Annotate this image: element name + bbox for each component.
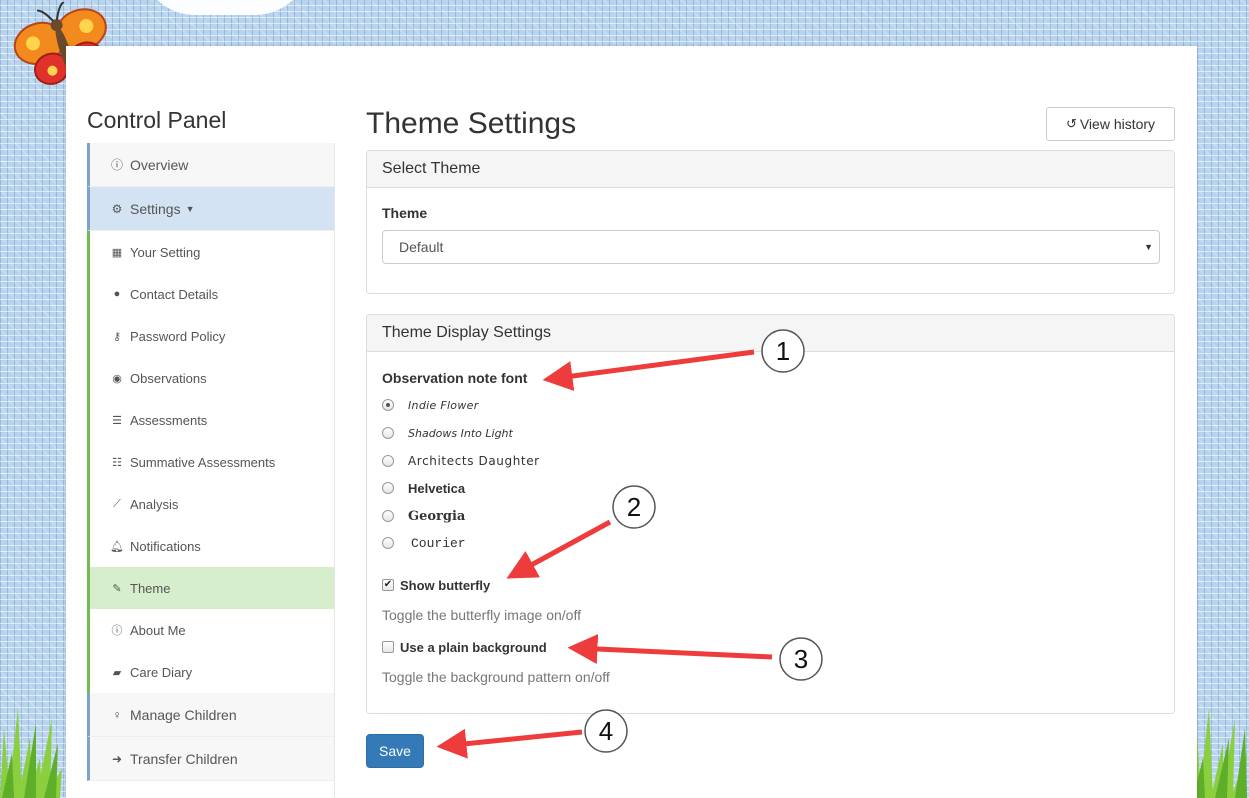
sidebar-item-label: Observations (130, 370, 207, 386)
panel-heading: Theme Display Settings (367, 315, 1174, 352)
font-option-label: Indie Flower (408, 398, 479, 412)
radio-button[interactable] (382, 427, 394, 439)
sidebar-item-label: Notifications (130, 538, 201, 554)
line-chart-icon: ⟋ (113, 497, 121, 510)
font-option-label: Helvetica (408, 480, 466, 496)
theme-field-label: Theme (382, 205, 428, 221)
sidebar-nav: ⓘ Overview ⚙ Settings ▼ ▦ Your Setting ●… (87, 143, 335, 798)
bell-icon: 🔔︎ (110, 540, 124, 553)
control-panel-title: Control Panel (87, 107, 227, 133)
sidebar-item-summative-assessments[interactable]: ☷ Summative Assessments (90, 441, 334, 483)
info-circle-icon: ⓘ (111, 625, 123, 637)
sidebar-item-contact-details[interactable]: ● Contact Details (90, 273, 334, 315)
book-icon: ▰ (112, 666, 122, 679)
font-option-architects-daughter[interactable]: Architects Daughter (382, 452, 540, 470)
sidebar-item-label: Settings (130, 200, 181, 217)
sidebar-item-label: Care Diary (130, 664, 193, 680)
sidebar-item-observations[interactable]: ◉ Observations (90, 357, 334, 399)
content-page: Control Panel ⓘ Overview ⚙ Settings ▼ ▦ … (66, 46, 1197, 798)
select-theme-panel: Select Theme Theme Default ▼ (366, 150, 1175, 294)
radio-button[interactable] (382, 537, 394, 549)
sidebar-item-label: Contact Details (130, 286, 219, 302)
sidebar-item-settings[interactable]: ⚙ Settings ▼ (87, 187, 334, 231)
theme-select[interactable]: Default ▼ (382, 230, 1160, 264)
history-icon: ↺ (1065, 116, 1077, 131)
show-butterfly-checkbox[interactable]: ✔ (382, 579, 394, 591)
view-history-label: View history (1079, 116, 1156, 132)
font-option-label: Courier (411, 535, 466, 551)
sidebar-item-label: Manage Children (130, 706, 237, 723)
sidebar-item-label: Assessments (130, 412, 208, 428)
sidebar-item-label: Overview (130, 156, 189, 173)
plain-background-option[interactable]: Use a plain background (382, 638, 547, 656)
sidebar-item-manage-children[interactable]: ♀ Manage Children (87, 693, 334, 737)
settings-submenu: ▦ Your Setting ● Contact Details ⚷ Passw… (87, 231, 334, 693)
view-history-button[interactable]: ↺ View history (1046, 107, 1175, 141)
sidebar-item-theme[interactable]: ✎ Theme (90, 567, 334, 609)
sidebar-item-password-policy[interactable]: ⚷ Password Policy (90, 315, 334, 357)
sidebar-item-label: Password Policy (130, 328, 226, 344)
font-option-georgia[interactable]: Georgia (382, 507, 465, 525)
key-icon: ⚷ (112, 330, 122, 343)
radio-button[interactable] (382, 510, 394, 522)
page-title: Theme Settings (366, 107, 577, 140)
sidebar-item-transfer-children[interactable]: ➜ Transfer Children (87, 737, 334, 781)
caret-down-icon: ▼ (1144, 242, 1153, 252)
font-option-label: Architects Daughter (408, 454, 540, 468)
show-butterfly-label: Show butterfly (400, 577, 491, 593)
show-butterfly-option[interactable]: ✔ Show butterfly (382, 576, 490, 594)
font-option-label: Shadows Into Light (408, 426, 513, 440)
font-option-label: Georgia (408, 508, 466, 524)
plain-background-checkbox[interactable] (382, 641, 394, 653)
sidebar-item-label: Theme (130, 580, 171, 596)
background-help-text: Toggle the background pattern on/off (382, 669, 610, 685)
caret-down-icon: ▼ (185, 203, 195, 214)
sidebar-item-analysis[interactable]: ⟋ Analysis (90, 483, 334, 525)
plain-background-label: Use a plain background (400, 639, 547, 655)
sidebar-item-label: Analysis (130, 496, 179, 512)
sidebar-item-your-setting[interactable]: ▦ Your Setting (90, 231, 334, 273)
radio-button[interactable] (382, 399, 394, 411)
grass-decoration (0, 708, 62, 798)
sidebar-item-care-diary[interactable]: ▰ Care Diary (90, 651, 334, 693)
theme-display-settings-panel: Theme Display Settings Observation note … (366, 314, 1175, 714)
eye-icon: ◉ (112, 372, 122, 385)
speech-bubble-icon: ● (113, 288, 121, 300)
observation-font-label: Observation note font (382, 370, 528, 386)
panel-heading: Select Theme (367, 151, 1174, 188)
sidebar-item-label: About Me (130, 622, 186, 638)
sidebar-item-label: Your Setting (130, 244, 201, 260)
font-option-helvetica[interactable]: Helvetica (382, 479, 465, 497)
info-circle-icon: ⓘ (110, 158, 123, 172)
cloud-decoration (140, 0, 310, 15)
sidebar-item-label: Transfer Children (130, 750, 238, 767)
paintbrush-icon: ✎ (112, 582, 122, 595)
th-list-icon: ☷ (112, 456, 122, 469)
butterfly-help-text: Toggle the butterfly image on/off (382, 607, 581, 623)
grass-decoration (1189, 708, 1247, 798)
sidebar-item-assessments[interactable]: ☰ Assessments (90, 399, 334, 441)
radio-button[interactable] (382, 482, 394, 494)
radio-button[interactable] (382, 455, 394, 467)
gear-icon: ⚙ (111, 201, 123, 216)
child-icon: ♀ (112, 707, 122, 722)
font-option-indie-flower[interactable]: Indie Flower (382, 396, 479, 414)
arrow-circle-icon: ➜ (111, 751, 123, 766)
save-button[interactable]: Save (366, 734, 424, 768)
theme-select-value: Default (399, 239, 444, 255)
sidebar-item-about-me[interactable]: ⓘ About Me (90, 609, 334, 651)
sidebar-item-notifications[interactable]: 🔔︎ Notifications (90, 525, 334, 567)
building-icon: ▦ (111, 246, 123, 259)
list-icon: ☰ (112, 414, 122, 427)
font-option-shadows-into-light[interactable]: Shadows Into Light (382, 424, 513, 442)
sidebar-item-label: Summative Assessments (130, 454, 276, 470)
font-option-courier[interactable]: Courier (382, 534, 466, 552)
sidebar-item-overview[interactable]: ⓘ Overview (87, 143, 334, 187)
